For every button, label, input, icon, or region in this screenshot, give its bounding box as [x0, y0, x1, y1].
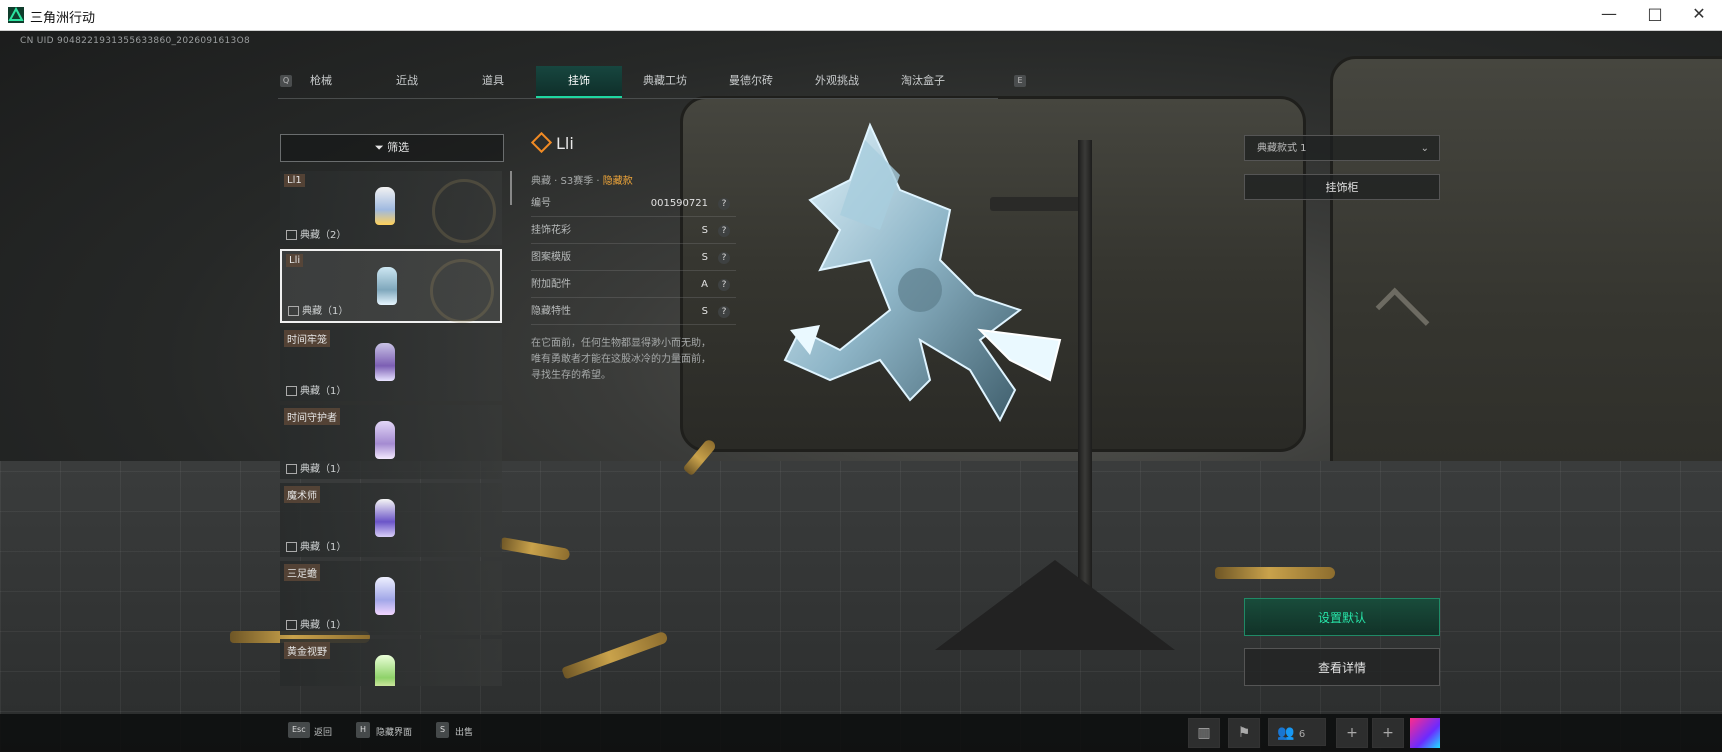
charm-thumbnail	[377, 267, 397, 305]
charm-name: Lli	[556, 134, 574, 153]
sell-key[interactable]: S	[436, 722, 450, 738]
item-badge: 典藏（1）	[286, 616, 346, 631]
help-icon[interactable]: ?	[718, 252, 730, 264]
attr-row: 附加配件 A?	[531, 273, 736, 298]
maximize-button[interactable]: □	[1632, 0, 1678, 30]
category-tabs: 枪械 近战 道具 挂饰 典藏工坊 曼德尔砖 外观挑战 淘汰盒子	[278, 66, 998, 99]
list-item[interactable]: 时间守护者 典藏（1）	[280, 405, 502, 479]
list-item[interactable]: Ll1 典藏（2）	[280, 171, 502, 245]
tab-next-key[interactable]: E	[1014, 75, 1026, 87]
table-surface	[0, 461, 1722, 752]
add-slot-button[interactable]: +	[1372, 718, 1404, 748]
help-icon[interactable]: ?	[718, 225, 730, 237]
tab-melee[interactable]: 近战	[364, 66, 450, 96]
charm-thumbnail	[375, 421, 395, 459]
dragon-charm-model[interactable]	[780, 120, 1080, 440]
tab-items[interactable]: 道具	[450, 66, 536, 96]
list-item[interactable]: 时间牢笼 典藏（1）	[280, 327, 502, 401]
bullet-prop	[1215, 567, 1335, 579]
charm-thumbnail	[375, 655, 395, 686]
tab-mandel-brick[interactable]: 曼德尔砖	[708, 66, 794, 96]
back-label[interactable]: 返回	[314, 725, 332, 738]
hide-ui-key[interactable]: H	[356, 722, 371, 738]
friends-button[interactable]: 👥 6	[1268, 718, 1326, 746]
image-icon	[286, 620, 297, 630]
help-icon[interactable]: ?	[718, 306, 730, 318]
item-name: 黄金视野	[284, 642, 330, 659]
item-name: 时间牢笼	[284, 330, 330, 347]
item-badge: 典藏（1）	[286, 460, 346, 475]
minimize-button[interactable]: —	[1586, 0, 1632, 30]
filter-label: 筛选	[387, 141, 410, 154]
filter-button[interactable]: ⏷ 筛选	[280, 134, 504, 162]
charm-thumbnail	[375, 499, 395, 537]
item-badge: 典藏（2）	[286, 226, 346, 241]
charm-thumbnail	[375, 577, 395, 615]
item-badge: 典藏（1）	[288, 302, 348, 317]
tab-charms[interactable]: 挂饰	[536, 66, 622, 98]
coin-emblem-icon	[432, 179, 496, 243]
attr-row: 挂饰花彩 S?	[531, 219, 736, 244]
user-uid: CN UID 9048221931355633860_2026091613O8	[20, 36, 250, 46]
tab-elimination-box[interactable]: 淘汰盒子	[880, 66, 966, 96]
item-badge: 典藏（1）	[286, 382, 346, 397]
friends-icon: 👥	[1277, 725, 1295, 741]
avatar[interactable]	[1410, 718, 1440, 748]
image-icon	[286, 542, 297, 552]
item-name: 三足蟾	[284, 564, 320, 581]
charm-thumbnail	[375, 343, 395, 381]
charm-cabinet-button[interactable]: 挂饰柜	[1244, 174, 1440, 200]
image-icon	[286, 230, 297, 240]
friends-count: 6	[1298, 729, 1306, 740]
image-icon	[286, 464, 297, 474]
item-name: Lli	[286, 254, 304, 267]
list-item[interactable]: 黄金视野	[280, 639, 502, 686]
close-button[interactable]: ✕	[1676, 0, 1722, 30]
item-name: 魔术师	[284, 486, 320, 503]
filter-icon: ⏷	[374, 141, 384, 154]
add-slot-button[interactable]: +	[1336, 718, 1368, 748]
charm-description: 在它面前，任何生物都显得渺小而无助， 唯有勇敢者才能在这股冰冷的力量面前， 寻找…	[531, 338, 711, 381]
esc-key[interactable]: Esc	[288, 722, 310, 738]
flag-icon[interactable]: ⚑	[1228, 718, 1260, 748]
charm-thumbnail	[375, 187, 395, 225]
list-item[interactable]: 三足蟾 典藏（1）	[280, 561, 502, 635]
image-icon	[288, 306, 299, 316]
item-name: Ll1	[284, 174, 305, 187]
charm-list[interactable]: Ll1 典藏（2） Lli 典藏（1） 时间牢笼 典藏（1） 时间守护者 典藏（…	[280, 171, 502, 686]
chevron-down-icon: ⌄	[1420, 143, 1429, 154]
list-scrollbar[interactable]	[510, 171, 512, 205]
item-name: 时间守护者	[284, 408, 340, 425]
set-default-button[interactable]: 设置默认	[1244, 598, 1440, 636]
tab-collection-workshop[interactable]: 典藏工坊	[622, 66, 708, 96]
tab-guns[interactable]: 枪械	[278, 66, 364, 96]
charm-subtitle: 典藏 · S3赛季 · 隐藏款	[531, 176, 633, 187]
attr-row: 图案模版 S?	[531, 246, 736, 271]
attr-row: 编号 001590721?	[531, 192, 736, 217]
stats-icon[interactable]: ▥	[1188, 718, 1220, 748]
help-icon[interactable]: ?	[718, 279, 730, 291]
list-item[interactable]: Lli 典藏（1）	[280, 249, 502, 323]
image-icon	[286, 386, 297, 396]
app-icon	[8, 7, 24, 23]
tab-appearance-challenge[interactable]: 外观挑战	[794, 66, 880, 96]
view-details-button[interactable]: 查看详情	[1244, 648, 1440, 686]
sell-label[interactable]: 出售	[455, 725, 473, 738]
hide-ui-label[interactable]: 隐藏界面	[376, 725, 412, 738]
coin-emblem-icon	[430, 259, 494, 323]
style-dropdown[interactable]: 典藏款式 1 ⌄	[1244, 135, 1440, 161]
window-title: 三角洲行动	[30, 11, 96, 26]
bottom-bar	[0, 714, 1722, 752]
window-titlebar: 三角洲行动 — □ ✕	[0, 0, 1722, 31]
stand-pole	[1078, 140, 1092, 600]
help-icon[interactable]: ?	[718, 198, 730, 210]
attr-row: 隐藏特性 S?	[531, 300, 736, 325]
item-badge: 典藏（1）	[286, 538, 346, 553]
list-item[interactable]: 魔术师 典藏（1）	[280, 483, 502, 557]
